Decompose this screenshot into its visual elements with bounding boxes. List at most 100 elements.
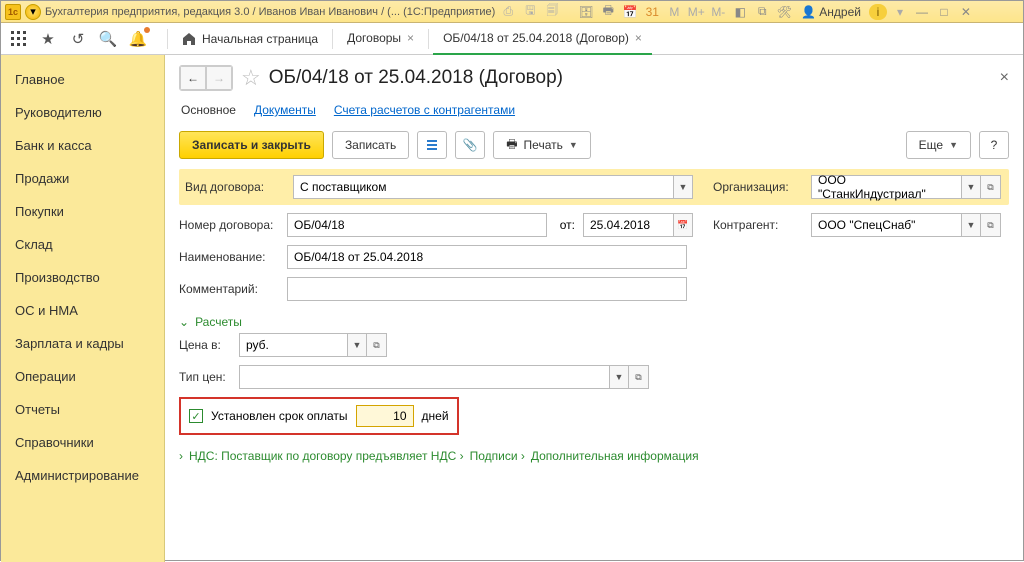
tab-current-contract[interactable]: ОБ/04/18 от 25.04.2018 (Договор) × bbox=[433, 23, 652, 55]
home-icon bbox=[182, 32, 196, 46]
sidebar-item-main[interactable]: Главное bbox=[1, 63, 164, 96]
m-plus-icon[interactable]: M+ bbox=[687, 4, 705, 20]
chevron-down-icon[interactable]: ▼ bbox=[673, 175, 693, 199]
price-type-value bbox=[239, 365, 609, 389]
save-close-button[interactable]: Записать и закрыть bbox=[179, 131, 324, 159]
close-icon[interactable]: × bbox=[635, 31, 642, 45]
help-button[interactable]: ? bbox=[979, 131, 1009, 159]
page-header: ← → ☆ ОБ/04/18 от 25.04.2018 (Договор) × bbox=[179, 65, 1009, 91]
section-signatures[interactable]: › Подписи bbox=[460, 449, 518, 463]
sidebar-item-sales[interactable]: Продажи bbox=[1, 162, 164, 195]
print-icon[interactable]: ⎙ bbox=[499, 4, 517, 20]
deadline-checkbox[interactable]: ✓ bbox=[189, 409, 203, 423]
user-chip[interactable]: 👤Андрей bbox=[797, 5, 865, 19]
calendar-icon[interactable]: 📅 bbox=[673, 213, 693, 237]
preview-icon[interactable]: 🗐 bbox=[543, 4, 561, 20]
label-number: Номер договора: bbox=[179, 218, 279, 232]
number-input[interactable]: ОБ/04/18 bbox=[287, 213, 547, 237]
window-maximize-icon[interactable]: □ bbox=[935, 4, 953, 20]
chevron-down-icon[interactable]: ▼ bbox=[961, 213, 981, 237]
cal31-icon[interactable]: 31 bbox=[643, 4, 661, 20]
attach-button[interactable]: 📎 bbox=[455, 131, 485, 159]
print-button[interactable]: 🖶 Печать ▼ bbox=[493, 131, 591, 159]
windows-icon[interactable]: ⧉ bbox=[753, 4, 771, 20]
info-icon[interactable]: i bbox=[869, 4, 887, 20]
chevron-down-icon[interactable]: ▾ bbox=[891, 4, 909, 20]
tab-home-label: Начальная страница bbox=[202, 32, 318, 46]
save-button[interactable]: Записать bbox=[332, 131, 409, 159]
sidebar-item-purchases[interactable]: Покупки bbox=[1, 195, 164, 228]
sidebar-item-admin[interactable]: Администрирование bbox=[1, 459, 164, 492]
price-type-select[interactable]: ▼ ⧉ bbox=[239, 365, 649, 389]
list-button[interactable] bbox=[417, 131, 447, 159]
sidebar-item-stock[interactable]: Склад bbox=[1, 228, 164, 261]
section-label: Дополнительная информация bbox=[531, 449, 699, 463]
label-price-type: Тип цен: bbox=[179, 370, 231, 384]
subtab-main[interactable]: Основное bbox=[181, 99, 236, 121]
currency-select[interactable]: руб. ▼ ⧉ bbox=[239, 333, 387, 357]
m-icon[interactable]: M bbox=[665, 4, 683, 20]
open-external-icon[interactable]: ⧉ bbox=[981, 175, 1001, 199]
apps-grid-icon[interactable] bbox=[7, 28, 29, 50]
tabs: Начальная страница Договоры × ОБ/04/18 о… bbox=[163, 23, 652, 55]
partner-select[interactable]: ООО "СпецСнаб" ▼ ⧉ bbox=[811, 213, 1001, 237]
subtab-docs[interactable]: Документы bbox=[254, 99, 316, 121]
m-minus-icon[interactable]: M- bbox=[709, 4, 727, 20]
search-icon[interactable]: 🔍 bbox=[97, 28, 119, 50]
sidebar-item-operations[interactable]: Операции bbox=[1, 360, 164, 393]
sidebar-item-assets[interactable]: ОС и НМА bbox=[1, 294, 164, 327]
section-extra[interactable]: › Дополнительная информация bbox=[521, 449, 699, 463]
contract-type-select[interactable]: С поставщиком ▼ bbox=[293, 175, 693, 199]
name-input[interactable]: ОБ/04/18 от 25.04.2018 bbox=[287, 245, 687, 269]
chevron-down-icon: ▼ bbox=[949, 140, 958, 150]
sidebar-item-manager[interactable]: Руководителю bbox=[1, 96, 164, 129]
open-external-icon[interactable]: ⧉ bbox=[367, 333, 387, 357]
subtab-accounts[interactable]: Счета расчетов с контрагентами bbox=[334, 99, 515, 121]
history-icon[interactable]: ↺ bbox=[67, 28, 89, 50]
chevron-right-icon: › bbox=[460, 449, 464, 463]
date-value: 25.04.2018 bbox=[583, 213, 673, 237]
comment-input[interactable] bbox=[287, 277, 687, 301]
panels-icon[interactable]: ◧ bbox=[731, 4, 749, 20]
sidebar-item-bank[interactable]: Банк и касса bbox=[1, 129, 164, 162]
dropdown-chevron-icon[interactable]: ▾ bbox=[25, 4, 41, 20]
date-input[interactable]: 25.04.2018 📅 bbox=[583, 213, 693, 237]
deadline-days-input[interactable] bbox=[356, 405, 414, 427]
open-external-icon[interactable]: ⧉ bbox=[981, 213, 1001, 237]
open-external-icon[interactable]: ⧉ bbox=[629, 365, 649, 389]
window-minimize-icon[interactable]: — bbox=[913, 4, 931, 20]
close-page-icon[interactable]: × bbox=[1000, 69, 1009, 87]
favorite-star-icon[interactable]: ☆ bbox=[241, 65, 261, 91]
sidebar-item-reports[interactable]: Отчеты bbox=[1, 393, 164, 426]
save-icon[interactable]: 🖫 bbox=[521, 4, 539, 20]
sidebar-item-production[interactable]: Производство bbox=[1, 261, 164, 294]
section-nds[interactable]: › НДС: Поставщик по договору предъявляет… bbox=[179, 449, 456, 463]
section-calculations[interactable]: ⌄ Расчеты bbox=[179, 315, 242, 329]
label-contract-type: Вид договора: bbox=[185, 180, 285, 194]
tab-label: ОБ/04/18 от 25.04.2018 (Договор) bbox=[443, 31, 629, 45]
star-icon[interactable]: ★ bbox=[37, 28, 59, 50]
org-select[interactable]: ООО "СтанкИндустриал" ▼ ⧉ bbox=[811, 175, 1001, 199]
chevron-down-icon[interactable]: ▼ bbox=[347, 333, 367, 357]
nav-forward-button[interactable]: → bbox=[206, 66, 232, 90]
window-close-icon[interactable]: ✕ bbox=[957, 4, 975, 20]
label-deadline: Установлен срок оплаты bbox=[211, 409, 348, 423]
close-icon[interactable]: × bbox=[407, 31, 414, 45]
subtabs: Основное Документы Счета расчетов с конт… bbox=[181, 99, 1009, 121]
calendar-icon[interactable]: 📅 bbox=[621, 4, 639, 20]
label-org: Организация: bbox=[713, 180, 803, 194]
chevron-down-icon[interactable]: ▼ bbox=[961, 175, 981, 199]
tab-contracts[interactable]: Договоры × bbox=[337, 23, 424, 55]
more-button[interactable]: Еще ▼ bbox=[906, 131, 971, 159]
sidebar-item-directories[interactable]: Справочники bbox=[1, 426, 164, 459]
sidebar-item-payroll[interactable]: Зарплата и кадры bbox=[1, 327, 164, 360]
tool-icon[interactable]: 🛠 bbox=[775, 4, 793, 20]
chevron-down-icon[interactable]: ▼ bbox=[609, 365, 629, 389]
nav-back-button[interactable]: ← bbox=[180, 66, 206, 90]
bell-icon[interactable]: 🔔 bbox=[127, 28, 149, 50]
tab-home[interactable]: Начальная страница bbox=[172, 32, 328, 46]
body: Главное Руководителю Банк и касса Продаж… bbox=[1, 55, 1023, 562]
calc-icon[interactable]: 🗄 bbox=[577, 4, 595, 20]
printer2-icon[interactable]: 🖶 bbox=[599, 4, 617, 20]
tab-label: Договоры bbox=[347, 31, 401, 45]
